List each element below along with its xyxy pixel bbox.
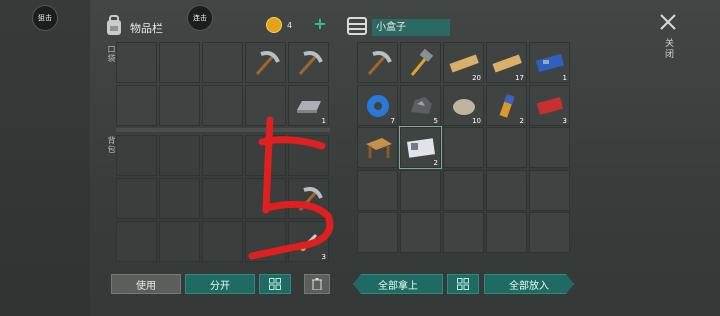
use-button[interactable]: 使用 [111, 274, 181, 294]
inventory-slot[interactable] [202, 135, 243, 176]
inventory-slot[interactable] [116, 135, 157, 176]
coin-icon [266, 17, 282, 33]
grid-icon [457, 278, 469, 290]
close-label[interactable]: 关闭 [662, 38, 675, 60]
container-slot[interactable]: 2 [486, 85, 527, 126]
container-slot[interactable]: 17 [486, 42, 527, 83]
container-slot[interactable]: 10 [443, 85, 484, 126]
workbench-icon [358, 128, 397, 167]
sort-button[interactable] [259, 274, 291, 294]
container-slot[interactable] [400, 170, 441, 211]
item-quantity: 17 [515, 74, 524, 82]
container-slot[interactable]: 2 [399, 126, 442, 169]
item-quantity: 2 [519, 117, 524, 125]
left-shade [0, 0, 90, 316]
item-quantity: 20 [472, 74, 481, 82]
inventory-slot[interactable] [116, 221, 157, 262]
item-quantity: 7 [390, 117, 395, 125]
item-quantity: 1 [562, 74, 567, 82]
item-quantity: 3 [562, 117, 567, 125]
inventory-slot[interactable] [159, 221, 200, 262]
inventory-slot[interactable] [202, 85, 243, 126]
add-coin-button[interactable]: + [312, 16, 328, 32]
inventory-slot[interactable] [245, 42, 286, 83]
container-slot[interactable] [486, 212, 527, 253]
backpack-icon [104, 15, 124, 37]
inventory-slot[interactable] [116, 42, 157, 83]
inventory-slot[interactable] [159, 178, 200, 219]
close-icon[interactable] [658, 12, 678, 32]
put-all-button[interactable]: 全部放入 [484, 274, 574, 294]
pickaxe-icon [289, 43, 328, 82]
container-slot[interactable] [357, 42, 398, 83]
container-slot[interactable] [357, 170, 398, 211]
container-sort-button[interactable] [447, 274, 479, 294]
inventory-slot[interactable] [116, 178, 157, 219]
grid-icon [269, 278, 281, 290]
inventory-slot[interactable] [288, 42, 329, 83]
container-slot[interactable] [443, 212, 484, 253]
use-label: 使用 [136, 280, 156, 292]
inventory-slot[interactable] [159, 42, 200, 83]
item-quantity: 5 [433, 117, 438, 125]
trash-icon [312, 278, 322, 290]
container-slot[interactable]: 3 [529, 85, 570, 126]
container-slot[interactable] [357, 127, 398, 168]
snipe-label: 狙击 [38, 14, 52, 22]
container-slot[interactable] [400, 42, 441, 83]
container-slot[interactable] [529, 127, 570, 168]
container-slot[interactable] [443, 170, 484, 211]
inventory-slot[interactable] [202, 221, 243, 262]
container-title: 小盒子 [372, 19, 450, 36]
box-icon [346, 16, 368, 36]
trash-button[interactable] [304, 274, 330, 294]
hammer-icon [401, 43, 440, 82]
container-slot[interactable]: 20 [443, 42, 484, 83]
container-slot[interactable]: 7 [357, 85, 398, 126]
snipe-button[interactable]: 狙击 [32, 5, 58, 31]
container-slot[interactable]: 1 [529, 42, 570, 83]
container-slot[interactable] [529, 212, 570, 253]
container-slot[interactable] [400, 212, 441, 253]
split-label: 分开 [210, 280, 230, 292]
take-all-button[interactable]: 全部拿上 [353, 274, 443, 294]
take-all-label: 全部拿上 [378, 280, 418, 292]
container-slot[interactable]: 5 [400, 85, 441, 126]
split-button[interactable]: 分开 [185, 274, 255, 294]
container-slot[interactable] [486, 127, 527, 168]
inventory-slot[interactable] [116, 85, 157, 126]
coin-count: 4 [287, 21, 293, 30]
pickaxe-icon [358, 43, 397, 82]
pickaxe-icon [246, 43, 285, 82]
item-quantity: 10 [472, 117, 481, 125]
inventory-slot[interactable] [202, 178, 243, 219]
inventory-slot[interactable] [202, 42, 243, 83]
container-slot[interactable] [486, 170, 527, 211]
container-slot[interactable] [529, 170, 570, 211]
annotation-number-five [248, 116, 334, 260]
combo-label: 连击 [193, 14, 207, 22]
container-slot[interactable] [443, 127, 484, 168]
item-quantity: 2 [433, 159, 438, 167]
inventory-slot[interactable] [159, 135, 200, 176]
put-all-label: 全部放入 [509, 280, 549, 292]
inventory-slot[interactable] [159, 85, 200, 126]
inventory-title: 物品栏 [130, 22, 163, 35]
combo-button[interactable]: 连击 [187, 5, 213, 31]
container-slot[interactable] [357, 212, 398, 253]
